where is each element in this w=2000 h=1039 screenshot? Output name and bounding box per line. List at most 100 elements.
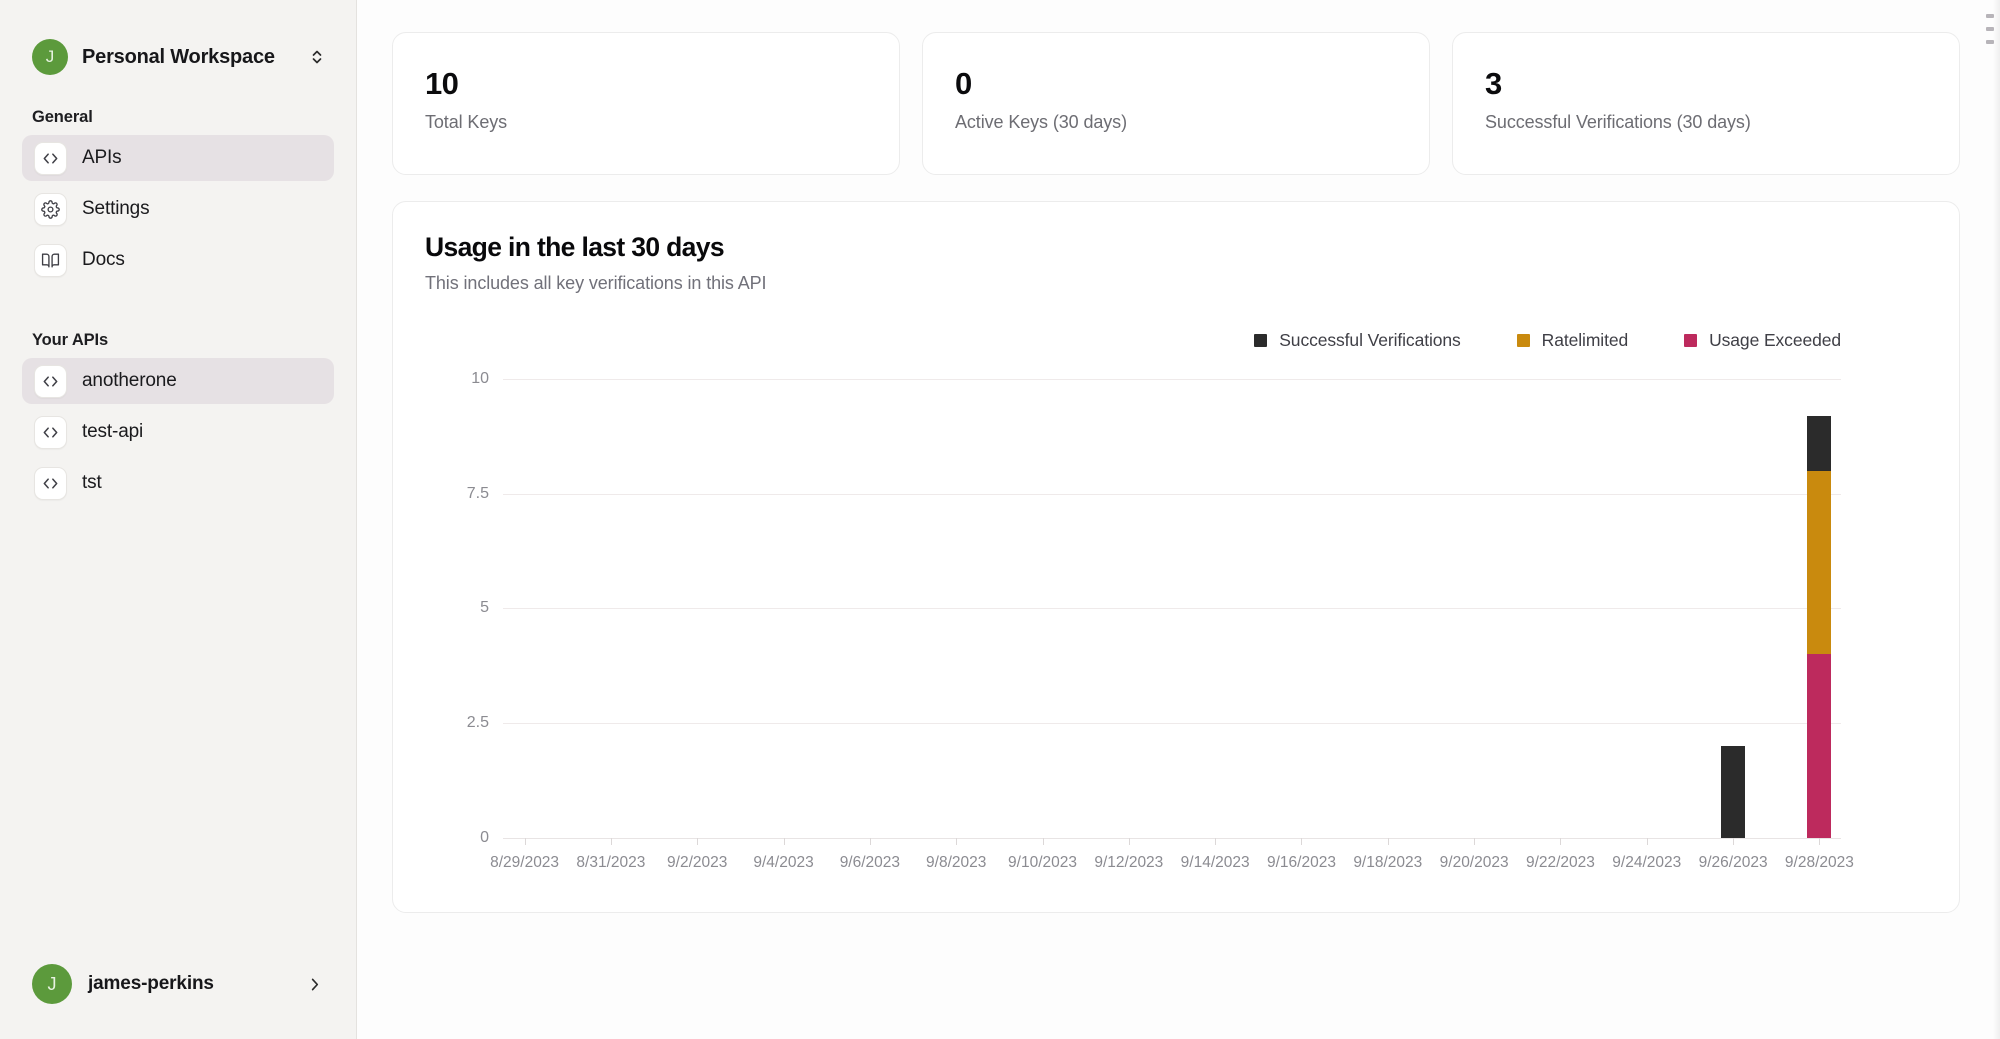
y-axis-tick-label: 10 <box>471 369 489 387</box>
chart-plot-wrap: 0 2.5 5 7.5 10 8/29/2023 8/31/2023 9/2/2023 9/4/… <box>425 369 1927 884</box>
chart-bar-segment <box>1807 470 1832 655</box>
workspace-switcher[interactable]: J Personal Workspace <box>22 26 334 88</box>
x-axis-tick-mark <box>956 838 958 845</box>
chart-gridline: 10 <box>471 370 1841 387</box>
nav-section-general-label: General <box>32 108 93 126</box>
x-axis-tick-mark <box>697 838 699 845</box>
y-axis-tick-label: 2.5 <box>466 714 489 732</box>
avatar: J <box>32 964 72 1004</box>
chart-gridline: 5 <box>480 599 1841 616</box>
book-icon <box>34 243 67 277</box>
x-axis-tick-mark <box>1128 838 1130 845</box>
user-profile-button[interactable]: J james-perkins <box>22 955 334 1013</box>
x-axis-tick-label: 9/14/2023 <box>1180 854 1250 871</box>
sidebar-top: J Personal Workspace General APIs Settin… <box>0 0 356 511</box>
legend-item[interactable]: Ratelimited <box>1516 329 1629 351</box>
workspace-avatar: J <box>32 39 68 75</box>
chart-bar[interactable] <box>1721 746 1746 838</box>
stat-card-total-keys: 10 Total Keys <box>392 32 900 175</box>
x-axis-tick-label: 9/4/2023 <box>753 854 814 871</box>
x-axis-tick-mark <box>1387 838 1389 845</box>
sidebar-item-label: Settings <box>82 198 150 219</box>
legend-label: Successful Verifications <box>1279 329 1461 350</box>
app-window: J Personal Workspace General APIs Settin… <box>0 0 2000 1039</box>
x-axis-tick-mark <box>869 838 871 845</box>
x-axis: 8/29/2023 8/31/2023 9/2/2023 9/4/2023 9/6/20… <box>490 838 1854 878</box>
legend-item[interactable]: Successful Verifications <box>1254 329 1461 351</box>
x-axis-tick-mark <box>1215 838 1217 845</box>
sidebar-item-settings[interactable]: Settings <box>22 186 334 232</box>
code-brackets-icon <box>34 415 67 449</box>
gear-icon <box>34 192 67 226</box>
legend-swatch <box>1684 333 1698 347</box>
stat-card-active-keys: 0 Active Keys (30 days) <box>922 32 1430 175</box>
stat-value: 0 <box>955 66 972 101</box>
sidebar-item-tst[interactable]: tst <box>22 460 334 506</box>
legend-item[interactable]: Usage Exceeded <box>1684 330 1841 351</box>
chart-legend: Successful Verifications Ratelimited Usage… <box>425 330 1927 351</box>
x-axis-tick-label: 8/31/2023 <box>576 854 646 871</box>
sidebar-item-apis[interactable]: APIs <box>22 135 334 181</box>
sidebar-item-anotherone[interactable]: anotherone <box>22 358 334 404</box>
stats-row: 10 Total Keys 0 Active Keys (30 days) 3 … <box>392 32 1960 175</box>
x-axis-tick-mark <box>1042 838 1044 845</box>
x-axis-tick-label: 9/28/2023 <box>1784 854 1854 871</box>
code-brackets-icon <box>34 364 67 398</box>
x-axis-tick-label: 9/26/2023 <box>1698 854 1768 871</box>
stat-label: Total Keys <box>425 112 508 133</box>
sidebar-item-label: test-api <box>82 421 144 442</box>
stat-label: Active Keys (30 days) <box>955 112 1127 133</box>
x-axis-tick-mark <box>1646 838 1648 845</box>
x-axis-tick-mark <box>524 838 526 845</box>
usage-chart-card: Usage in the last 30 days This includes … <box>392 201 1960 913</box>
x-axis-tick-label: 9/24/2023 <box>1612 854 1682 871</box>
chart-gridline: 7.5 <box>467 485 1841 502</box>
window-resize-grip[interactable] <box>1985 14 1994 44</box>
x-axis-tick-label: 9/8/2023 <box>926 854 987 871</box>
x-axis-tick-label: 8/29/2023 <box>490 854 560 871</box>
chart-bar[interactable] <box>1807 415 1832 838</box>
x-axis-tick-mark <box>1819 838 1821 845</box>
legend-swatch <box>1516 333 1530 347</box>
y-axis-tick-label: 7.5 <box>466 484 489 502</box>
user-name: james-perkins <box>88 973 214 994</box>
x-axis-tick-label: 9/2/2023 <box>667 854 728 871</box>
sidebar-item-label: APIs <box>82 147 122 168</box>
legend-label: Usage Exceeded <box>1709 329 1841 350</box>
chart-bar-segment <box>1807 415 1832 471</box>
stat-value: 10 <box>425 66 459 101</box>
sidebar-item-test-api[interactable]: test-api <box>22 409 334 455</box>
x-axis-tick-label: 9/18/2023 <box>1353 854 1423 871</box>
sidebar-item-docs[interactable]: Docs <box>22 237 334 283</box>
x-axis-tick-mark <box>1474 838 1476 845</box>
chart-bar-segment <box>1721 746 1746 838</box>
nav-section-your-apis-label: Your APIs <box>32 331 109 349</box>
scroll-edge-shadow <box>1993 0 2000 1039</box>
chart-gridline: 2.5 <box>467 714 1841 731</box>
x-axis-tick-label: 9/16/2023 <box>1266 854 1336 871</box>
stat-label: Successful Verifications (30 days) <box>1485 112 1751 133</box>
sidebar-item-label: anotherone <box>82 370 177 391</box>
sidebar: J Personal Workspace General APIs Settin… <box>0 0 357 1039</box>
x-axis-tick-label: 9/10/2023 <box>1008 854 1077 871</box>
chart-subtitle: This includes all key verifications in t… <box>425 272 767 293</box>
legend-label: Ratelimited <box>1541 329 1629 350</box>
code-brackets-icon <box>34 141 67 175</box>
main-content: 10 Total Keys 0 Active Keys (30 days) 3 … <box>357 0 2000 1039</box>
chart-title: Usage in the last 30 days <box>425 232 725 262</box>
y-axis-tick-label: 0 <box>480 829 489 846</box>
x-axis-tick-label: 9/12/2023 <box>1094 854 1164 871</box>
x-axis-tick-mark <box>610 838 612 845</box>
sidebar-bottom: J james-perkins <box>0 955 356 1039</box>
x-axis-tick-mark <box>1301 838 1303 845</box>
sidebar-item-label: tst <box>82 472 102 493</box>
y-axis-tick-label: 5 <box>480 599 489 617</box>
x-axis-tick-label: 9/6/2023 <box>839 854 901 871</box>
x-axis-tick-mark <box>783 838 785 845</box>
x-axis-tick-label: 9/20/2023 <box>1439 854 1509 871</box>
sidebar-item-label: Docs <box>82 249 125 270</box>
code-brackets-icon <box>34 466 67 500</box>
stat-card-successful-verifications: 3 Successful Verifications (30 days) <box>1452 32 1960 175</box>
workspace-name: Personal Workspace <box>82 45 275 68</box>
legend-swatch <box>1254 333 1268 347</box>
